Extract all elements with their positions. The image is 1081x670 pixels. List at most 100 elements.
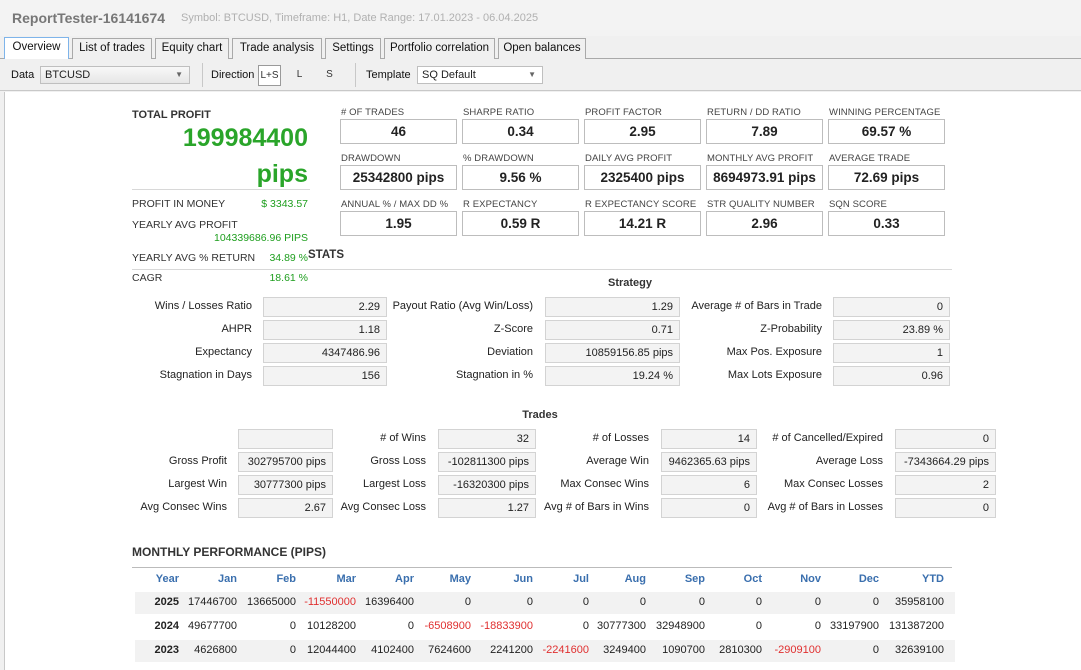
- stat-label-stagnation-in: Stagnation in %: [455, 369, 533, 381]
- kpi-value-winning-percentage: 69.57 %: [828, 119, 945, 144]
- stat-label-wins-losses-ratio: Wins / Losses Ratio: [154, 300, 252, 312]
- stat-label-z-probability: Z-Probability: [760, 323, 822, 335]
- stat-label-stagnation-in-days: Stagnation in Days: [159, 369, 252, 381]
- trade-value-avg-of-bars-in-losses: 0: [895, 498, 996, 518]
- trade-label-avg-of-bars-in-wins: Avg # of Bars in Wins: [544, 501, 649, 513]
- table-cell: 0: [872, 644, 879, 656]
- kpi-value-of-trades: 46: [340, 119, 457, 144]
- stat-label-max-pos-exposure: Max Pos. Exposure: [726, 346, 822, 358]
- trade-value-average-loss: -7343664.29 pips: [895, 452, 996, 472]
- tab-portfolio-correlation[interactable]: Portfolio correlation: [384, 38, 495, 59]
- divider: [132, 567, 952, 568]
- tab-equity-chart[interactable]: Equity chart: [155, 38, 229, 59]
- data-label: Data: [11, 69, 35, 81]
- stat-value-max-pos-exposure: 1: [833, 343, 950, 363]
- trade-label-avg-consec-loss: Avg Consec Loss: [340, 501, 426, 513]
- cagr-label: CAGR: [132, 272, 163, 284]
- trade-label-average-loss: Average Loss: [815, 455, 883, 467]
- stat-value-average-of-bars-in-trade: 0: [833, 297, 950, 317]
- column-header-apr: Apr: [395, 573, 414, 585]
- table-row: 2024 49677700 0 10128200 0 -6508900 -18833900 0…: [135, 616, 955, 638]
- column-header-dec: Dec: [858, 573, 879, 585]
- profit-money-value: $ 3343.57: [261, 198, 308, 210]
- kpi-label-return-dd-ratio: RETURN / DD RATIO: [707, 107, 801, 118]
- total-profit-label: TOTAL PROFIT: [132, 109, 211, 121]
- kpi-label-r-expectancy: R EXPECTANCY: [463, 199, 538, 210]
- table-row: 2023 4626800 0 12044400 4102400 7624600 224120…: [135, 640, 955, 662]
- toolbar-divider: [202, 63, 203, 87]
- data-select-value: BTCUSD: [45, 69, 91, 81]
- kpi-value-r-expectancy-score: 14.21 R: [584, 211, 701, 236]
- total-profit-value: 199984400: [182, 124, 308, 152]
- cagr-value: 18.61 %: [269, 272, 308, 284]
- table-cell: 7624600: [428, 644, 471, 656]
- kpi-label-daily-avg-profit: DAILY AVG PROFIT: [585, 153, 673, 164]
- stat-value-z-probability: 23.89 %: [833, 320, 950, 340]
- trade-label-max-consec-wins: Max Consec Wins: [560, 478, 649, 490]
- kpi-label-drawdown: % DRAWDOWN: [463, 153, 534, 164]
- kpi-value-annual-max-dd: 1.95: [340, 211, 457, 236]
- chevron-down-icon: ▼: [528, 70, 536, 79]
- column-header-oct: Oct: [743, 573, 762, 585]
- strategy-title: Strategy: [607, 277, 653, 289]
- trade-label-of-wins: # of Wins: [380, 432, 426, 444]
- tab-list-of-trades[interactable]: List of trades: [72, 38, 152, 59]
- kpi-label-profit-factor: PROFIT FACTOR: [585, 107, 662, 118]
- column-header-ytd: YTD: [922, 573, 944, 585]
- column-header-may: May: [449, 573, 471, 585]
- tab-overview[interactable]: Overview: [4, 37, 69, 60]
- report-content: TOTAL PROFIT 199984400 pips PROFIT IN MO…: [4, 92, 1081, 670]
- tab-settings[interactable]: Settings: [325, 38, 381, 59]
- kpi-label-monthly-avg-profit: MONTHLY AVG PROFIT: [707, 153, 814, 164]
- kpi-label-sharpe-ratio: SHARPE RATIO: [463, 107, 535, 118]
- data-select[interactable]: BTCUSD ▼: [40, 66, 190, 84]
- yearly-avg-profit-value: 104339686.96 PIPS: [214, 232, 308, 244]
- table-cell: 35958100: [895, 596, 944, 608]
- yearly-avg-return-value: 34.89 %: [269, 252, 308, 264]
- tab-trade-analysis[interactable]: Trade analysis: [232, 38, 322, 59]
- trade-value-max-consec-losses: 2: [895, 475, 996, 495]
- template-select[interactable]: SQ Default ▼: [417, 66, 543, 84]
- table-cell: 33197900: [830, 620, 879, 632]
- stat-value-max-lots-exposure: 0.96: [833, 366, 950, 386]
- table-cell: -6508900: [424, 620, 472, 632]
- trade-label-avg-of-bars-in-losses: Avg # of Bars in Losses: [767, 501, 883, 513]
- trades-title: Trades: [522, 409, 558, 421]
- stat-label-expectancy: Expectancy: [195, 346, 252, 358]
- total-profit-unit: pips: [256, 160, 308, 188]
- kpi-value-sqn-score: 0.33: [828, 211, 945, 236]
- direction-short-button[interactable]: S: [318, 65, 341, 86]
- trade-label-gross-profit: Gross Profit: [168, 455, 227, 467]
- table-cell: 0: [872, 596, 879, 608]
- trade-value-of-cancelled-expired: 0: [895, 429, 996, 449]
- table-cell: 0: [464, 596, 471, 608]
- stat-label-deviation: Deviation: [487, 346, 533, 358]
- kpi-label-annual-max-dd: ANNUAL % / MAX DD %: [341, 199, 449, 210]
- trade-label-max-consec-losses: Max Consec Losses: [783, 478, 883, 490]
- table-cell: 131387200: [888, 620, 944, 632]
- tab-open-balances[interactable]: Open balances: [498, 38, 586, 59]
- kpi-value-drawdown: 25342800 pips: [340, 165, 457, 190]
- table-cell: 32639100: [895, 644, 944, 656]
- toolbar-divider: [355, 63, 356, 87]
- column-header-jan: Jan: [218, 573, 237, 585]
- kpi-value-sharpe-ratio: 0.34: [462, 119, 579, 144]
- kpi-label-winning-percentage: WINNING PERCENTAGE: [829, 107, 941, 118]
- title-bar: ReportTester-16141674 Symbol: BTCUSD, Ti…: [0, 0, 1081, 36]
- kpi-value-r-expectancy: 0.59 R: [462, 211, 579, 236]
- tab-bar: Overview List of trades Equity chart Tra…: [0, 36, 1081, 60]
- trade-label-largest-loss: Largest Loss: [363, 478, 426, 490]
- direction-label: Direction: [211, 69, 255, 81]
- kpi-value-monthly-avg-profit: 8694973.91 pips: [706, 165, 823, 190]
- direction-long-button[interactable]: L: [288, 65, 311, 86]
- stat-label-z-score: Z-Score: [493, 323, 533, 335]
- kpi-label-of-trades: # OF TRADES: [341, 107, 405, 118]
- stats-title: STATS: [308, 249, 344, 261]
- kpi-value-drawdown: 9.56 %: [462, 165, 579, 190]
- trade-label-avg-consec-wins: Avg Consec Wins: [140, 501, 227, 513]
- monthly-title: MONTHLY PERFORMANCE (PIPS): [132, 545, 327, 559]
- stat-label-payout-ratio-avg-win-loss: Payout Ratio (Avg Win/Loss): [392, 300, 533, 312]
- column-header-nov: Nov: [800, 573, 821, 585]
- direction-ls-button[interactable]: L+S: [258, 65, 281, 86]
- kpi-label-average-trade: AVERAGE TRADE: [829, 153, 911, 164]
